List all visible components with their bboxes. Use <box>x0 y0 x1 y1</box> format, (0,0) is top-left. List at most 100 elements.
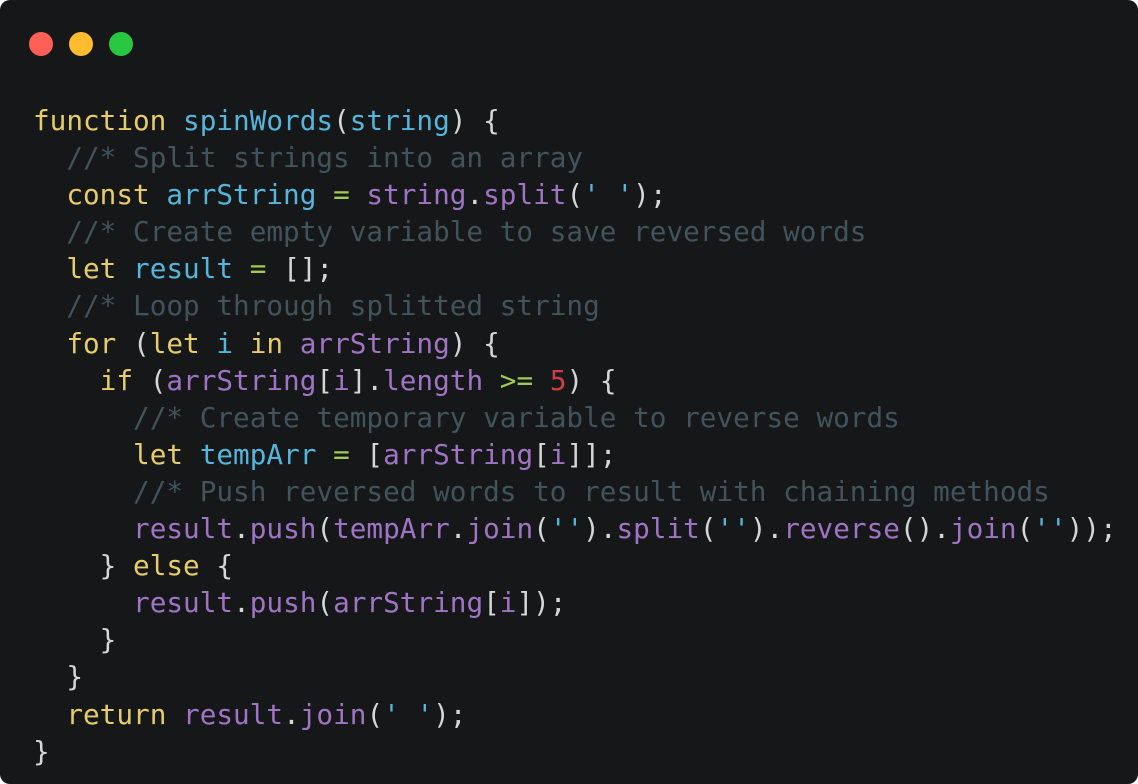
code-token-keyword: else <box>133 549 200 583</box>
code-token-punct: [ <box>316 363 334 397</box>
code-token-punct: ) { <box>449 104 500 137</box>
code-token-punct: [ <box>483 586 500 620</box>
window-titlebar <box>0 0 1138 90</box>
code-token-comment: //* Loop through splitted string <box>66 289 600 323</box>
code-token-string: '' <box>1033 512 1067 546</box>
code-token-punct: ( <box>699 512 717 546</box>
code-token-punct: ]); <box>516 586 567 620</box>
code-token-punct: ( <box>366 697 384 731</box>
code-token-prop: join <box>466 512 534 546</box>
code-token-punct: ( <box>316 512 334 546</box>
code-token-punct <box>33 586 133 619</box>
code-token-punct <box>533 364 550 397</box>
code-token-keyword: let <box>66 252 117 286</box>
code-token-punct: ]. <box>349 363 384 397</box>
code-token-punct: . <box>233 512 250 546</box>
code-token-keyword: let <box>149 326 200 360</box>
code-line: let tempArr = [arrString[i]]; <box>33 436 1117 473</box>
code-token-keyword: in <box>249 326 284 360</box>
code-token-op: = <box>333 437 350 471</box>
code-line: for (let i in arrString) { <box>33 325 1117 362</box>
code-token-punct: ( <box>133 363 167 397</box>
code-token-keyword: return <box>66 697 167 731</box>
code-token-punct: ); <box>433 697 467 731</box>
code-token-punct: (). <box>899 512 950 546</box>
code-line: //* Loop through splitted string <box>33 287 1117 324</box>
code-line: } <box>33 733 1117 770</box>
code-token-punct: )); <box>1066 512 1117 546</box>
code-token-prop: push <box>249 512 317 546</box>
code-line: //* Create empty variable to save revers… <box>33 213 1117 250</box>
code-token-comment: //* Create empty variable to save revers… <box>66 215 867 249</box>
code-token-string: '' <box>549 512 584 546</box>
code-token-punct <box>33 327 66 360</box>
code-token-punct <box>33 438 133 471</box>
code-token-punct: ). <box>583 512 617 546</box>
code-token-op: = <box>249 252 267 286</box>
code-token-comment: //* Split strings into an array <box>66 141 584 175</box>
code-line: const arrString = string.split(' '); <box>33 176 1117 213</box>
code-token-keyword: for <box>66 326 117 360</box>
code-token-var: tempArr <box>199 437 317 471</box>
code-token-punct: } <box>33 734 50 768</box>
close-button[interactable] <box>29 32 53 56</box>
code-token-comment: //* Create temporary variable to reverse… <box>133 400 900 434</box>
code-token-string: ' ' <box>583 178 634 212</box>
code-token-op: >= <box>499 363 534 397</box>
code-token-punct <box>183 438 200 471</box>
code-token-punct: ( <box>116 326 150 360</box>
code-line: } <box>33 621 1117 658</box>
code-line: } <box>33 658 1117 695</box>
code-token-punct: ( <box>316 586 334 620</box>
code-token-punct <box>33 141 66 174</box>
code-token-prop: i <box>333 363 350 397</box>
code-token-comment: //* Push reversed words to result with c… <box>133 474 1050 508</box>
code-token-punct <box>33 252 66 285</box>
code-token-punct: ). <box>749 512 784 546</box>
code-token-punct: ) { <box>566 363 617 397</box>
code-token-prop: arrString <box>333 586 484 620</box>
code-token-punct: . <box>233 586 250 620</box>
code-token-punct <box>116 252 133 285</box>
code-token-prop: push <box>249 586 317 620</box>
code-token-string: ' ' <box>383 697 434 731</box>
code-line: function spinWords(string) { <box>33 102 1117 139</box>
code-token-punct <box>233 327 250 360</box>
code-token-prop: string <box>366 178 467 212</box>
code-token-prop: arrString <box>299 326 450 360</box>
code-token-punct <box>166 104 183 137</box>
code-token-keyword: let <box>133 437 184 471</box>
code-token-keyword: const <box>66 178 150 212</box>
code-token-punct <box>33 289 66 322</box>
code-line: result.push(arrString[i]); <box>33 584 1117 621</box>
code-line: let result = []; <box>33 250 1117 287</box>
code-line: result.push(tempArr.join('').split('').r… <box>33 510 1117 547</box>
code-token-punct <box>33 178 66 211</box>
code-token-prop: i <box>499 586 517 620</box>
code-token-punct: . <box>449 512 467 546</box>
code-token-prop: join <box>949 512 1017 546</box>
code-token-punct <box>33 475 133 508</box>
code-token-punct <box>33 401 133 434</box>
code-token-punct: ]]; <box>566 437 617 471</box>
code-token-punct <box>150 178 167 211</box>
code-token-punct: [ <box>349 437 384 471</box>
code-token-keyword: if <box>99 363 134 397</box>
code-token-prop: tempArr <box>333 512 450 546</box>
code-token-punct <box>233 252 250 285</box>
code-token-var: result <box>133 252 234 286</box>
code-token-prop: result <box>133 512 234 546</box>
code-token-punct: { <box>199 549 234 583</box>
maximize-button[interactable] <box>109 32 133 56</box>
code-token-punct <box>283 327 300 360</box>
code-token-punct: []; <box>266 252 334 286</box>
code-token-prop: length <box>383 363 484 397</box>
code-token-string: '' <box>716 512 750 546</box>
code-token-punct: } <box>33 549 134 583</box>
code-line: } else { <box>33 547 1117 584</box>
code-token-prop: result <box>133 586 234 620</box>
minimize-button[interactable] <box>69 32 93 56</box>
code-token-func: spinWords <box>183 104 334 137</box>
code-token-keyword: function <box>33 104 167 137</box>
code-token-punct: ) { <box>449 326 500 360</box>
